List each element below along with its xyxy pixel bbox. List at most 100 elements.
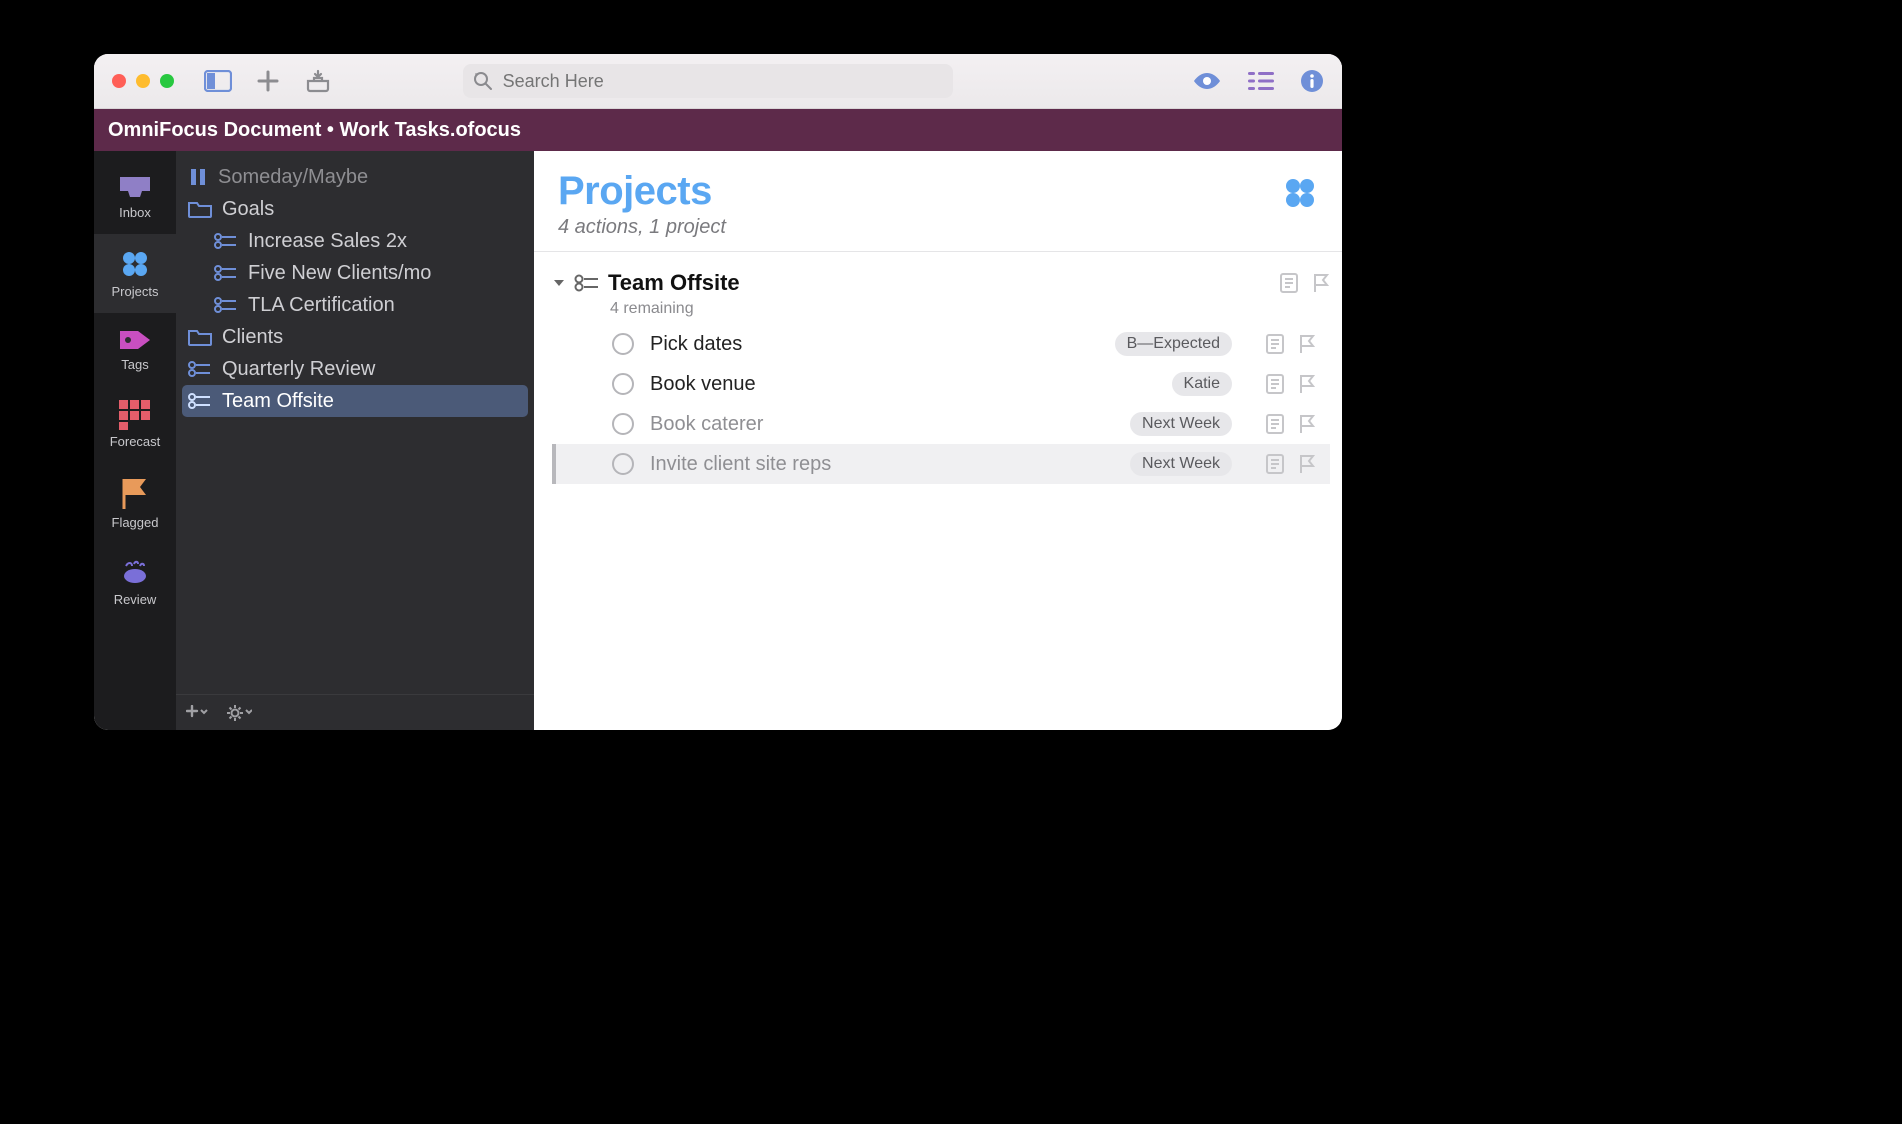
main-body: Inbox Projects Tags Forecast Flagged Rev… [94,151,1342,730]
search-field-wrap [463,64,953,98]
add-icon[interactable] [250,65,286,97]
project-icon [214,265,238,281]
task-checkbox[interactable] [612,413,634,435]
task-row[interactable]: Book caterer Next Week [552,404,1330,444]
outline-folder-goals[interactable]: Goals [176,193,534,225]
note-icon[interactable] [1266,454,1284,474]
paused-icon [188,167,208,187]
task-title: Pick dates [650,333,742,356]
flag-icon[interactable] [1312,273,1330,293]
project-header[interactable]: Team Offsite [552,264,1330,302]
perspective-label: Tags [121,357,148,372]
note-icon[interactable] [1280,273,1298,293]
search-icon [473,71,493,91]
view-options-icon[interactable] [1192,71,1222,91]
task-tag[interactable]: Next Week [1130,412,1232,436]
perspective-label: Review [114,592,157,607]
task-tag[interactable]: Next Week [1130,452,1232,476]
document-title: OmniFocus Document • Work Tasks.ofocus [108,119,521,142]
perspective-tags[interactable]: Tags [94,313,176,386]
outline-sidebar: Someday/Maybe Goals Increase Sales 2x Fi… [176,151,534,730]
task-checkbox[interactable] [612,373,634,395]
tags-icon [118,327,152,353]
outline-footer [176,694,534,730]
note-icon[interactable] [1266,374,1284,394]
content-pane: Projects 4 actions, 1 project Team Offsi… [534,151,1342,730]
close-window-button[interactable] [112,74,126,88]
add-outline-icon[interactable] [186,705,208,721]
outline-item-goal-2[interactable]: TLA Certification [176,289,534,321]
task-row[interactable]: Pick dates B—Expected [552,324,1330,364]
task-title: Invite client site reps [650,453,831,476]
project-icon [188,393,212,409]
outline-list: Someday/Maybe Goals Increase Sales 2x Fi… [176,151,534,694]
outline-item-someday[interactable]: Someday/Maybe [176,161,534,193]
content-subtitle: 4 actions, 1 project [558,216,726,239]
outline-label: Quarterly Review [222,358,375,381]
perspective-badge-icon [1282,175,1318,211]
perspective-review[interactable]: Review [94,544,176,621]
forecast-icon [119,400,151,430]
search-input[interactable] [463,64,953,98]
task-checkbox[interactable] [612,333,634,355]
flag-icon[interactable] [1298,334,1316,354]
project-icon [188,361,212,377]
outline-item-goal-1[interactable]: Five New Clients/mo [176,257,534,289]
task-tag[interactable]: B—Expected [1115,332,1232,356]
window-controls [112,74,174,88]
outline-folder-clients[interactable]: Clients [176,321,534,353]
zoom-window-button[interactable] [160,74,174,88]
flag-icon[interactable] [1298,454,1316,474]
task-row[interactable]: Book venue Katie [552,364,1330,404]
disclosure-triangle-icon[interactable] [552,276,566,290]
perspective-label: Projects [112,284,159,299]
inspector-icon[interactable] [1248,71,1274,91]
task-row[interactable]: Invite client site reps Next Week [552,444,1330,484]
outline-item-goal-0[interactable]: Increase Sales 2x [176,225,534,257]
flag-icon[interactable] [1298,374,1316,394]
minimize-window-button[interactable] [136,74,150,88]
content-header: Projects 4 actions, 1 project [534,151,1342,252]
task-title: Book caterer [650,413,763,436]
note-icon[interactable] [1266,414,1284,434]
project-icon [214,233,238,249]
task-row-actions [1266,454,1316,474]
outline-label: Someday/Maybe [218,166,368,189]
note-icon[interactable] [1266,334,1284,354]
outline-label: Goals [222,198,274,221]
flagged-icon [120,477,150,511]
outline-item-quarterly-review[interactable]: Quarterly Review [176,353,534,385]
outline-label: Clients [222,326,283,349]
perspective-flagged[interactable]: Flagged [94,463,176,544]
task-row-actions [1266,414,1316,434]
project-row-actions [1280,273,1330,293]
folder-icon [188,328,212,346]
outline-label: TLA Certification [248,294,395,317]
outline-label: Team Offsite [222,390,334,413]
info-icon[interactable] [1300,69,1324,93]
review-icon [118,558,152,588]
outline-label: Increase Sales 2x [248,230,407,253]
toolbar [94,54,1342,109]
perspective-forecast[interactable]: Forecast [94,386,176,463]
perspective-label: Inbox [119,205,151,220]
project-type-icon [574,274,600,292]
document-title-bar: OmniFocus Document • Work Tasks.ofocus [94,109,1342,151]
task-row-actions [1266,334,1316,354]
outline-item-team-offsite[interactable]: Team Offsite [182,385,528,417]
task-tag[interactable]: Katie [1172,372,1232,396]
flag-icon[interactable] [1298,414,1316,434]
task-row-actions [1266,374,1316,394]
cleanup-icon[interactable] [300,65,336,97]
perspective-label: Flagged [112,515,159,530]
toolbar-right [1192,69,1324,93]
folder-icon [188,200,212,218]
project-remaining: 4 remaining [610,300,1330,318]
perspective-inbox[interactable]: Inbox [94,161,176,234]
toggle-sidebar-icon[interactable] [200,65,236,97]
inbox-icon [118,175,152,201]
task-checkbox[interactable] [612,453,634,475]
task-title: Book venue [650,373,756,396]
gear-outline-icon[interactable] [226,704,252,722]
perspective-projects[interactable]: Projects [94,234,176,313]
